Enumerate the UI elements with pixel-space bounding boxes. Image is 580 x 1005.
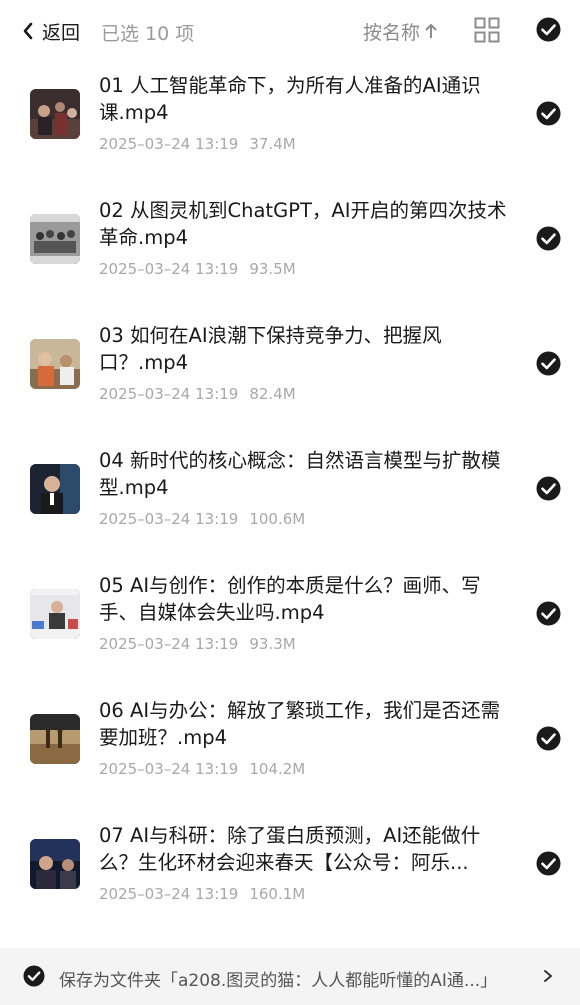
list-item[interactable]: 07 AI与科研：除了蛋白质预测，AI还能做什么？生化环材会迎来春天【公众号：阿… — [0, 812, 580, 937]
file-meta: 2025–03–24 13:19 82.4M — [99, 385, 296, 403]
check-circle-icon[interactable] — [536, 226, 561, 251]
file-size: 93.5M — [249, 260, 296, 278]
back-label: 返回 — [42, 21, 81, 44]
video-thumbnail — [30, 339, 80, 389]
list-item[interactable]: 06 AI与办公：解放了繁琐工作，我们是否还需要加班？.mp4 2025–03–… — [0, 687, 580, 812]
file-date: 2025–03–24 13:19 — [99, 135, 239, 153]
file-date: 2025–03–24 13:19 — [99, 260, 239, 278]
file-size: 104.2M — [249, 760, 306, 778]
video-thumbnail — [30, 839, 80, 889]
list-item[interactable]: 02 从图灵机到ChatGPT，AI开启的第四次技术革命.mp4 2025–03… — [0, 187, 580, 312]
arrow-up-icon — [425, 24, 437, 38]
check-circle-icon[interactable] — [536, 101, 561, 126]
file-name: 03 如何在AI浪潮下保持竞争力、把握风口？.mp4 — [99, 324, 442, 374]
file-size: 37.4M — [249, 135, 296, 153]
video-thumbnail — [30, 214, 80, 264]
back-button[interactable]: 返回 — [22, 17, 80, 45]
file-date: 2025–03–24 13:19 — [99, 385, 239, 403]
check-circle-icon[interactable] — [536, 726, 561, 751]
file-name: 02 从图灵机到ChatGPT，AI开启的第四次技术革命.mp4 — [99, 199, 507, 249]
video-thumbnail — [30, 714, 80, 764]
top-bar: 返回 已选 10 项 按名称 — [0, 0, 580, 62]
file-size: 93.3M — [249, 635, 296, 653]
video-thumbnail — [30, 464, 80, 514]
chevron-right-icon[interactable] — [543, 969, 553, 983]
list-item[interactable]: 04 新时代的核心概念：自然语言模型与扩散模型.mp4 2025–03–24 1… — [0, 437, 580, 562]
file-name: 06 AI与办公：解放了繁琐工作，我们是否还需要加班？.mp4 — [99, 699, 501, 749]
list-item[interactable]: 05 AI与创作：创作的本质是什么？画师、写手、自媒体会失业吗.mp4 2025… — [0, 562, 580, 687]
sort-label: 按名称 — [363, 21, 421, 44]
file-list: 01 人工智能革命下，为所有人准备的AI通识课.mp4 2025–03–24 1… — [0, 62, 580, 937]
save-as-folder-label: 保存为文件夹「a208.图灵的猫：人人都能听懂的AI通...」 — [59, 971, 498, 991]
file-date: 2025–03–24 13:19 — [99, 635, 239, 653]
sort-by-name-button[interactable]: 按名称 — [363, 17, 438, 45]
file-meta: 2025–03–24 13:19 93.3M — [99, 635, 296, 653]
check-circle-icon[interactable] — [536, 351, 561, 376]
file-selection-screen: 返回 已选 10 项 按名称 01 人工智能革命下，为所有人准备的AI通识课.m… — [0, 0, 580, 1005]
video-thumbnail — [30, 589, 80, 639]
file-meta: 2025–03–24 13:19 160.1M — [99, 885, 305, 903]
list-item[interactable]: 03 如何在AI浪潮下保持竞争力、把握风口？.mp4 2025–03–24 13… — [0, 312, 580, 437]
file-meta: 2025–03–24 13:19 37.4M — [99, 135, 296, 153]
list-item[interactable]: 01 人工智能革命下，为所有人准备的AI通识课.mp4 2025–03–24 1… — [0, 62, 580, 187]
file-date: 2025–03–24 13:19 — [99, 885, 239, 903]
chevron-left-icon — [23, 22, 33, 40]
file-date: 2025–03–24 13:19 — [99, 510, 239, 528]
file-size: 82.4M — [249, 385, 296, 403]
check-circle-icon[interactable] — [536, 476, 561, 501]
file-size: 160.1M — [249, 885, 306, 903]
file-meta: 2025–03–24 13:19 104.2M — [99, 760, 305, 778]
video-thumbnail — [30, 89, 80, 139]
file-meta: 2025–03–24 13:19 93.5M — [99, 260, 296, 278]
file-name: 04 新时代的核心概念：自然语言模型与扩散模型.mp4 — [99, 449, 501, 499]
file-date: 2025–03–24 13:19 — [99, 760, 239, 778]
check-circle-icon[interactable] — [23, 965, 45, 987]
check-circle-icon[interactable] — [536, 601, 561, 626]
file-size: 100.6M — [249, 510, 306, 528]
check-circle-icon[interactable] — [536, 851, 561, 876]
save-as-folder-bar[interactable]: 保存为文件夹「a208.图灵的猫：人人都能听懂的AI通...」 — [0, 948, 580, 1005]
file-name: 01 人工智能革命下，为所有人准备的AI通识课.mp4 — [99, 74, 481, 124]
selected-count: 已选 10 项 — [101, 23, 195, 45]
file-meta: 2025–03–24 13:19 100.6M — [99, 510, 305, 528]
file-name: 05 AI与创作：创作的本质是什么？画师、写手、自媒体会失业吗.mp4 — [99, 574, 481, 624]
file-name: 07 AI与科研：除了蛋白质预测，AI还能做什么？生化环材会迎来春天【公众号：阿… — [99, 824, 481, 874]
select-all-check-icon[interactable] — [536, 17, 561, 42]
grid-icon[interactable] — [474, 17, 500, 43]
